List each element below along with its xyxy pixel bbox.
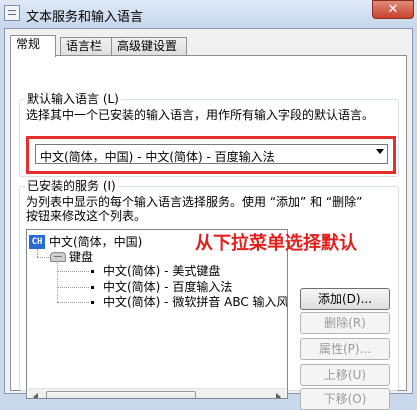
tree-item-service[interactable]: 中文(简体) - 美式键盘 <box>103 264 220 278</box>
window-title: 文本服务和输入语言 <box>26 10 144 25</box>
default-input-dropdown[interactable]: 中文(简体，中国) - 中文(简体) - 百度输入法 <box>35 144 388 164</box>
installed-services-label: 已安装的服务 (I) <box>25 179 118 193</box>
move-down-button[interactable]: 下移(O) <box>300 388 390 410</box>
default-input-selected: 中文(简体，中国) - 中文(简体) - 百度输入法 <box>40 150 275 164</box>
move-up-button[interactable]: 上移(U) <box>300 364 390 386</box>
remove-button[interactable]: 删除(R) <box>300 312 390 334</box>
tree-connector <box>57 263 58 302</box>
tab-general[interactable]: 常规 <box>10 35 56 57</box>
dropdown-arrow-icon[interactable] <box>376 149 384 154</box>
tree-connector <box>57 287 89 288</box>
language-ch-icon: CH <box>29 235 45 249</box>
keyboard-icon <box>50 252 66 262</box>
tree-connector <box>37 257 49 258</box>
red-annotation-text: 从下拉菜单选择默认 <box>195 233 357 254</box>
bullet-icon <box>91 286 94 289</box>
scroll-thumb[interactable] <box>46 391 196 398</box>
tree-item-service[interactable]: 中文(简体) - 百度输入法 <box>103 280 232 294</box>
tree-connector <box>37 249 38 257</box>
tree-connector <box>57 271 89 272</box>
properties-button[interactable]: 属性(P)... <box>300 338 390 360</box>
close-button[interactable]: ✕ <box>372 0 414 19</box>
window-app-icon <box>4 5 20 21</box>
tree-connector <box>57 302 89 303</box>
tab-panel-general: 默认输入语言 (L) 选择其中一个已安装的输入语言，用作所有输入字段的默认语言。… <box>10 55 407 410</box>
title-bar: 文本服务和输入语言 ✕ <box>0 0 417 28</box>
add-button[interactable]: 添加(D)... <box>300 288 390 310</box>
tab-advanced-key-settings[interactable]: 高级键设置 <box>111 37 187 56</box>
default-input-description: 选择其中一个已安装的输入语言，用作所有输入字段的默认语言。 <box>26 108 375 122</box>
dialog-client: 常规 语言栏 高级键设置 默认输入语言 (L) 选择其中一个已安装的输入语言，用… <box>4 28 413 410</box>
tree-item-service[interactable]: 中文(简体) - 微软拼音 ABC 输入风 <box>103 295 287 309</box>
bullet-icon <box>91 270 94 273</box>
installed-services-description-2: 按钮来修改这个列表。 <box>26 209 147 223</box>
default-input-label: 默认输入语言 (L) <box>25 92 121 106</box>
tree-item-language[interactable]: 中文(简体，中国) <box>49 235 142 249</box>
tab-language-bar[interactable]: 语言栏 <box>60 37 112 56</box>
tree-item-keyboard[interactable]: 键盘 <box>69 250 93 264</box>
installed-services-description-1: 为列表中显示的每个输入语言选择服务。使用 “添加” 和 “删除” <box>26 195 363 209</box>
bullet-icon <box>91 301 94 304</box>
